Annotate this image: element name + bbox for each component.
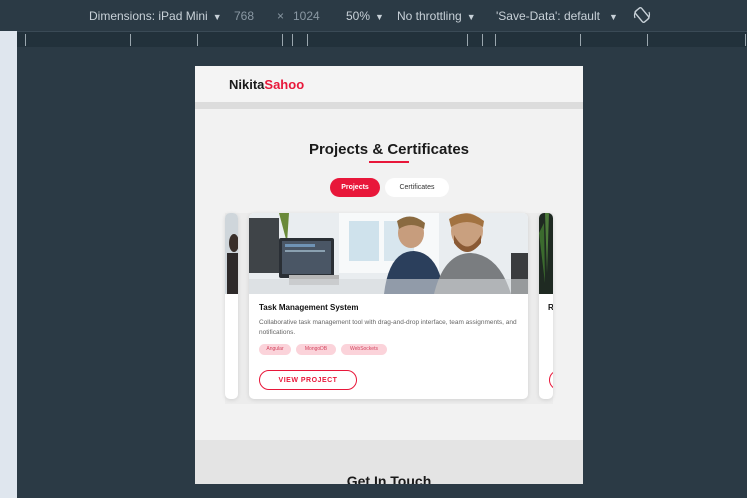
view-project-button[interactable]: VIEW PROJECT (259, 370, 357, 390)
project-card[interactable]: Task Management System Collaborative tas… (249, 213, 528, 399)
device-name: Dimensions: iPad Mini (89, 9, 208, 23)
project-thumbnail (225, 213, 238, 294)
zoom-dropdown[interactable]: 50% ▼ (346, 9, 384, 23)
site-navbar: NikitaSahoo (195, 66, 583, 102)
save-data-dropdown[interactable]: 'Save-Data': default ▼ (496, 9, 618, 23)
zoom-value: 50% (346, 9, 371, 23)
ruler-tick (467, 34, 468, 46)
tech-tag: MongoDB (296, 344, 336, 355)
ruler-tick (482, 34, 483, 46)
throttling-dropdown[interactable]: No throttling ▼ (397, 9, 476, 23)
ruler-tick (745, 34, 746, 46)
tech-tag: Angular (259, 344, 291, 355)
title-underline (369, 161, 409, 163)
project-card-next[interactable]: R (539, 213, 553, 399)
contact-section: Get In Touch (195, 440, 583, 484)
section-title: Projects & Certificates (308, 141, 470, 158)
project-card-previous[interactable] (225, 213, 238, 399)
emulated-page: NikitaSahoo Projects & Certificates Proj… (195, 66, 583, 484)
tech-tag: WebSockets (341, 344, 387, 355)
project-thumbnail (539, 213, 553, 294)
width-input[interactable]: 768 (234, 9, 254, 23)
caret-down-icon: ▼ (212, 12, 222, 22)
ruler-tick (25, 34, 26, 46)
tab-certificates[interactable]: Certificates (385, 178, 449, 197)
height-input[interactable]: 1024 (293, 9, 320, 23)
ruler-tick (292, 34, 293, 46)
ruler-tick (580, 34, 581, 46)
ruler-tick (130, 34, 131, 46)
card-description: Collaborative task management tool with … (259, 319, 517, 336)
caret-down-icon: ▼ (608, 12, 618, 22)
tab-projects[interactable]: Projects (330, 178, 380, 197)
ruler-tick (282, 34, 283, 46)
times-icon: × (277, 9, 285, 23)
ruler-tick (495, 34, 496, 46)
rotate-icon[interactable] (633, 6, 651, 27)
card-title: R (548, 303, 553, 312)
logo-last-name: Sahoo (264, 77, 305, 92)
ruler-tick (647, 34, 648, 46)
view-project-button[interactable] (549, 370, 553, 390)
caret-down-icon: ▼ (375, 12, 384, 22)
contact-title: Get In Touch (346, 473, 432, 484)
logo-first-name: Nikita (229, 77, 265, 92)
site-logo[interactable]: NikitaSahoo (229, 77, 304, 92)
ruler-tick (197, 34, 198, 46)
caret-down-icon: ▼ (466, 12, 476, 22)
media-query-ruler (17, 31, 747, 48)
devtools-device-toolbar: Dimensions: iPad Mini ▼ 768 × 1024 50% ▼ N… (0, 0, 747, 31)
throttling-value: No throttling (397, 9, 462, 23)
card-title: Task Management System (259, 303, 359, 312)
save-data-value: 'Save-Data': default (496, 9, 600, 23)
device-dimensions-dropdown[interactable]: Dimensions: iPad Mini ▼ (89, 9, 222, 23)
navbar-divider (195, 102, 583, 109)
project-thumbnail (249, 213, 528, 294)
ruler-tick (307, 34, 308, 46)
